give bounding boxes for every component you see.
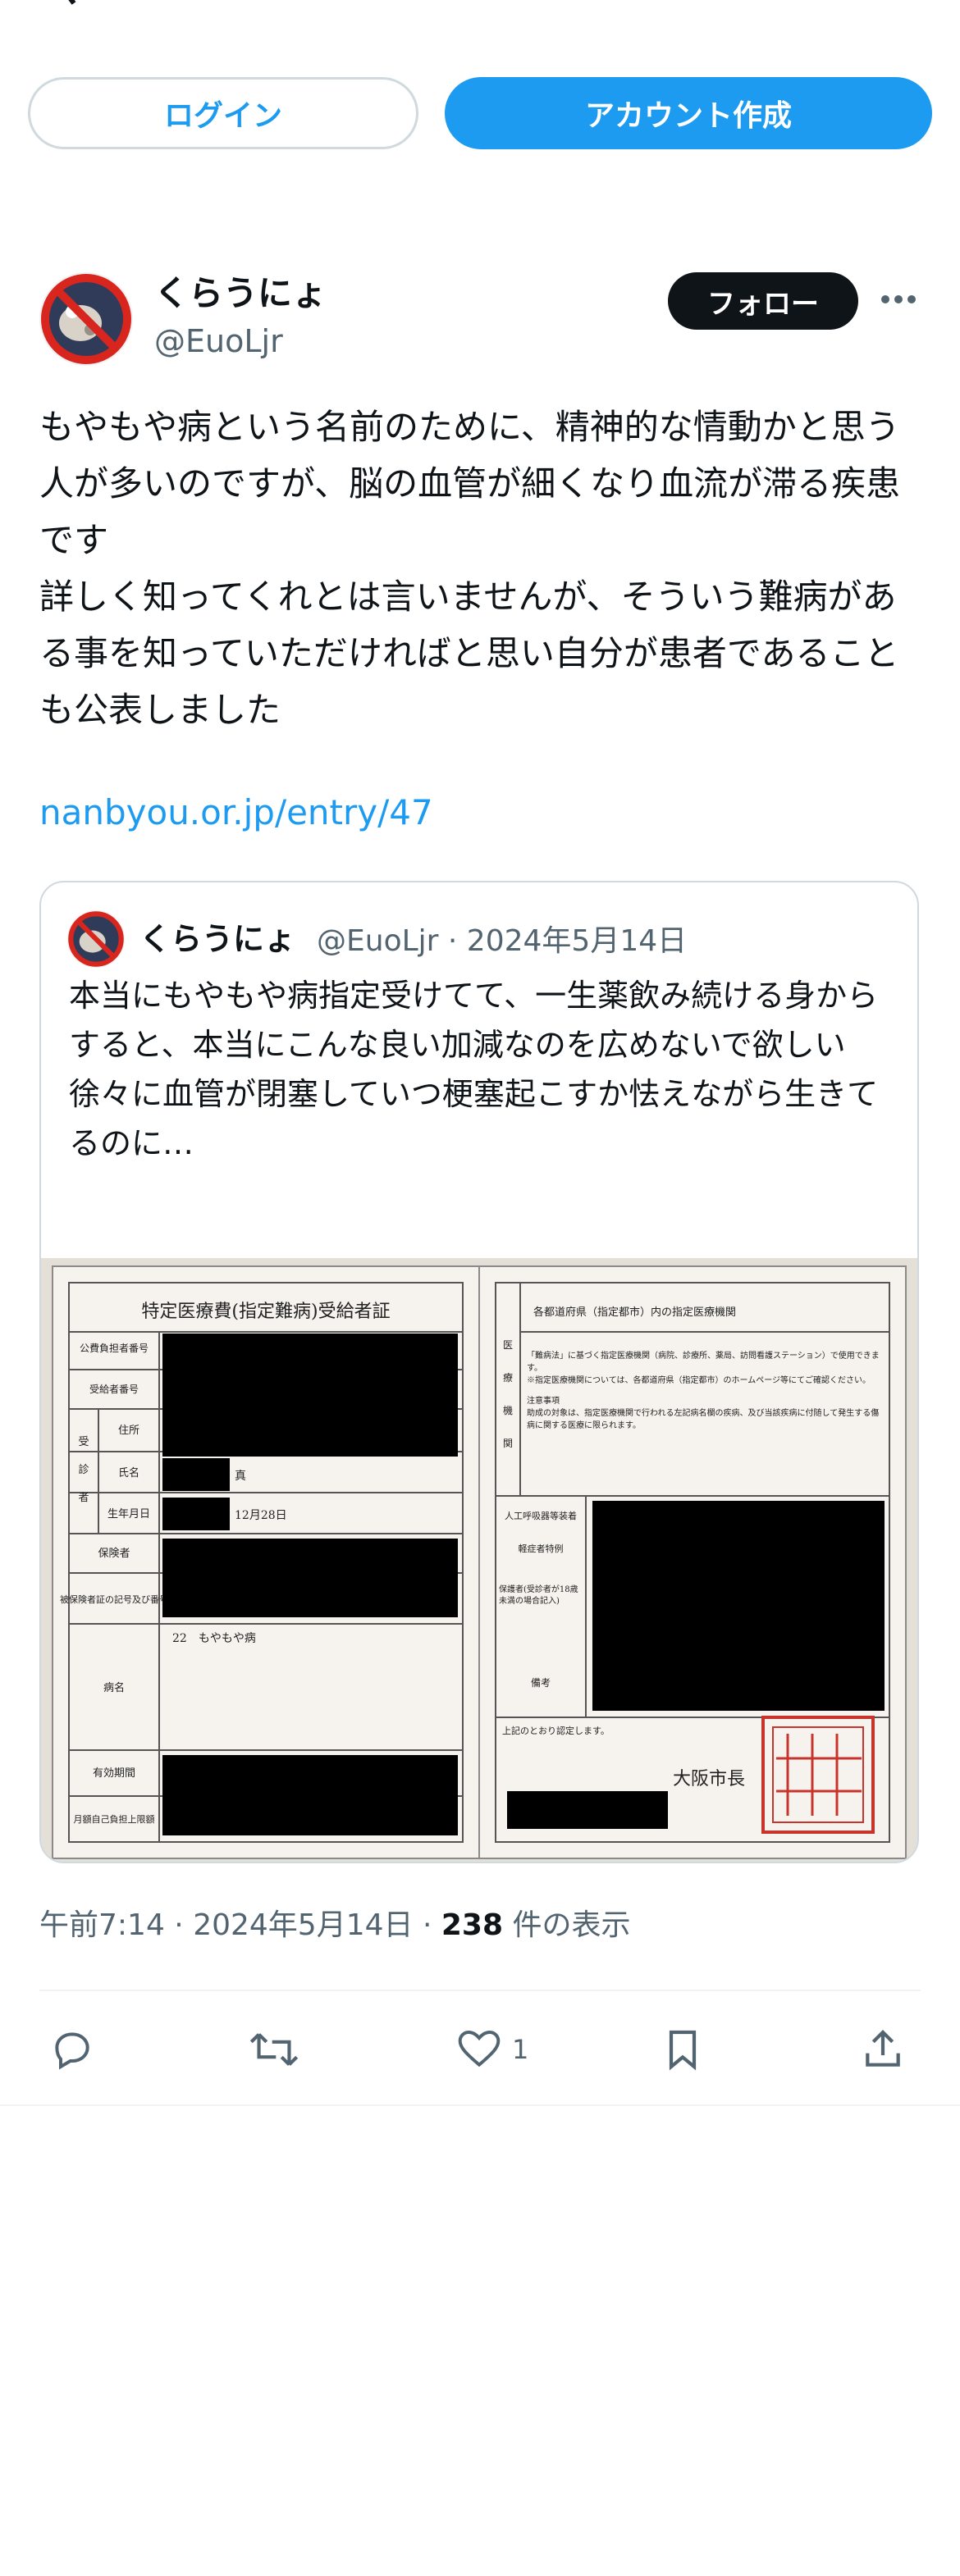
name-suffix: 真	[235, 1470, 246, 1483]
author-name[interactable]: くらうにょ	[154, 266, 327, 316]
tweet-text: もやもや病という名前のために、精神的な情動かと思う人が多いのですが、脳の血管が細…	[39, 407, 901, 730]
quote-avatar	[67, 910, 125, 968]
row-label: 生年月日	[107, 1508, 150, 1521]
author-avatar[interactable]	[39, 272, 133, 366]
tweet-meta: 午前7:14 · 2024年5月14日 · 238 件の表示	[39, 1901, 631, 1944]
quoted-tweet[interactable]: くらうにょ @EuoLjr · 2024年5月14日 本当にもやもや病指定受けて…	[39, 881, 919, 1863]
row-label: 住所	[118, 1425, 139, 1437]
right-header: 各都道府県（指定都市）内の指定医療機関	[533, 1306, 736, 1319]
divider	[0, 2104, 960, 2106]
login-button[interactable]: ログイン	[28, 77, 418, 149]
reply-button[interactable]	[49, 2021, 95, 2078]
right-note: 注意事項	[527, 1397, 560, 1406]
action-bar: 1	[0, 2013, 960, 2086]
right-note: 「難病法」に基づく指定医療機関（病院、診療所、薬局、訪問看護ステーション）で使用…	[527, 1352, 880, 1373]
tweet-link[interactable]: nanbyou.or.jp/entry/47	[39, 792, 433, 832]
right-note: ※指定医療機関については、各都道府県（指定都市）のホームページ等にてご確認くださ…	[527, 1376, 871, 1385]
right-side-label: 療	[503, 1372, 513, 1384]
ventilator-label: 人工呼吸器等装着	[505, 1510, 577, 1521]
left-side-label: 診	[78, 1463, 89, 1476]
share-button[interactable]	[860, 2021, 906, 2078]
redaction	[162, 1755, 458, 1835]
row-label: 受給者番号	[89, 1384, 139, 1395]
redaction	[162, 1539, 458, 1617]
heart-icon	[458, 2031, 501, 2068]
x-logo-icon[interactable]	[41, 0, 98, 16]
disease-name: 22 もやもや病	[172, 1632, 256, 1645]
separator-dot: ·	[422, 1908, 441, 1942]
light-case-label: 軽症者特例	[519, 1543, 564, 1554]
row-label: 公費負担者番号	[80, 1342, 149, 1354]
views-label: 件の表示	[512, 1908, 631, 1942]
follow-button[interactable]: フォロー	[668, 272, 858, 330]
separator-dot: ·	[174, 1908, 194, 1942]
row-label: 病名	[103, 1681, 125, 1694]
tweet-time[interactable]: 午前7:14	[39, 1908, 165, 1942]
reply-icon	[55, 2032, 89, 2070]
guardian-label: 保護者(受診者が18歳未満の場合記入)	[499, 1585, 578, 1606]
right-side-label: 医	[503, 1339, 513, 1351]
birth-suffix: 12月28日	[235, 1509, 287, 1522]
right-note: 助成の対象は、指定医療機関で行われる左記病名欄の疾病、及び当該疾病に付随して発生…	[527, 1409, 880, 1430]
separator-dot: ·	[447, 924, 467, 958]
prohibition-avatar-icon	[67, 910, 125, 968]
like-count: 1	[512, 2034, 529, 2065]
quote-meta: @EuoLjr · 2024年5月14日	[317, 917, 687, 960]
bookmark-icon	[669, 2030, 697, 2071]
row-label: 保険者	[98, 1548, 130, 1560]
right-side-label: 関	[503, 1438, 513, 1449]
redaction	[162, 1498, 230, 1530]
author-handle[interactable]: @EuoLjr	[154, 323, 283, 359]
redaction	[592, 1501, 885, 1711]
certified-text: 上記のとおり認定します。	[502, 1725, 610, 1736]
row-label: 月額自己負担上限額	[74, 1813, 155, 1825]
prohibition-avatar-icon	[39, 272, 133, 366]
quote-author-name: くらうにょ	[139, 921, 296, 957]
row-label: 有効期間	[93, 1767, 135, 1780]
redaction	[162, 1458, 230, 1491]
certificate-title: 特定医療費(指定難病)受給者証	[141, 1302, 390, 1322]
create-account-button[interactable]: アカウント作成	[445, 77, 932, 149]
row-label: 被保険者証の記号及び番号	[60, 1593, 168, 1605]
right-side-label: 機	[503, 1404, 513, 1416]
share-icon	[866, 2030, 900, 2067]
quote-author-handle: @EuoLjr	[317, 924, 439, 958]
more-options-icon[interactable]	[878, 279, 919, 320]
tweet-date[interactable]: 2024年5月14日	[193, 1908, 413, 1942]
repost-icon	[249, 2033, 299, 2066]
views-count: 238	[441, 1908, 504, 1942]
row-label: 氏名	[118, 1466, 139, 1479]
bookmark-button[interactable]	[660, 2021, 706, 2078]
quote-text: 本当にもやもや病指定受けてて、一生薬飲み続ける身からすると、本当にこんな良い加減…	[69, 978, 879, 1161]
left-side-label: 受	[78, 1436, 89, 1448]
remarks-label: 備考	[531, 1676, 551, 1689]
divider	[39, 1990, 921, 1991]
repost-button[interactable]	[249, 2021, 299, 2078]
redaction	[507, 1791, 668, 1829]
quote-date: 2024年5月14日	[466, 924, 688, 958]
mayor-text: 大阪市長	[673, 1769, 745, 1790]
like-button[interactable]: 1	[456, 2021, 528, 2078]
certificate-image[interactable]: 特定医療費(指定難病)受給者証 公費負担者番号 受給者番号 住所 氏名 生年月日…	[41, 1258, 917, 1862]
redaction	[162, 1334, 458, 1457]
left-side-label: 者	[78, 1492, 89, 1504]
